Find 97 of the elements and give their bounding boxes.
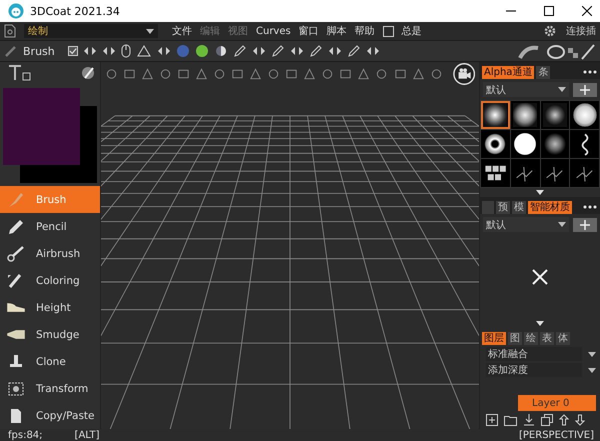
panel-tab[interactable]: 图: [508, 332, 522, 345]
pencil-icon[interactable]: [346, 44, 361, 58]
circle-icon[interactable]: [194, 44, 209, 58]
tool-item[interactable]: Height: [0, 294, 100, 321]
tool-item[interactable]: Airbrush: [0, 240, 100, 267]
menu-item[interactable]: Curves: [256, 26, 291, 36]
menu-item[interactable]: 帮助: [354, 24, 375, 38]
add-button[interactable]: [573, 82, 597, 96]
brush-icon: [4, 44, 18, 58]
tool-item[interactable]: Smudge: [0, 321, 100, 348]
alpha-thumbnail[interactable]: [540, 101, 570, 129]
alpha-thumbnail[interactable]: [510, 130, 540, 158]
stepper-arrows-icon[interactable]: [102, 46, 116, 56]
smudge-tool-icon: [6, 329, 26, 340]
close-icon[interactable]: [582, 6, 592, 16]
checkbox[interactable]: [68, 46, 78, 56]
add-button[interactable]: [573, 218, 597, 232]
text-tool-icon[interactable]: [8, 64, 32, 82]
panel-tab[interactable]: 模: [512, 201, 526, 214]
stepper-arrows-icon[interactable]: [82, 46, 97, 56]
add-layer-icon[interactable]: [486, 414, 498, 426]
plugin-label[interactable]: 连接插: [566, 24, 596, 38]
document-icon: [4, 24, 16, 38]
tool-item[interactable]: Transform: [0, 375, 100, 402]
preset-dropdown[interactable]: 默认: [483, 82, 569, 97]
plus-icon: [580, 220, 590, 230]
panel-tab[interactable]: 图层: [482, 332, 506, 345]
tool-item[interactable]: Pencil: [0, 213, 100, 240]
stepper-arrows-icon[interactable]: [252, 46, 266, 56]
panel-tab[interactable]: 预: [496, 201, 510, 214]
panel-tab[interactable]: Alpha通道: [482, 66, 534, 79]
download-icon[interactable]: [523, 414, 535, 426]
gear-icon[interactable]: [542, 23, 558, 39]
menu-item[interactable]: 文件: [172, 24, 192, 38]
tool-item[interactable]: Copy/Paste: [0, 402, 100, 429]
stepper-arrows-icon[interactable]: [328, 46, 342, 56]
panel-tab[interactable]: 智能材质: [528, 201, 572, 214]
tool-item[interactable]: Clone: [0, 348, 100, 375]
modifier-status: [ALT]: [74, 430, 100, 440]
duplicate-icon[interactable]: [541, 414, 553, 426]
panel-tab[interactable]: 绘: [524, 332, 538, 345]
color-swatches-drawing[interactable]: [3, 88, 97, 183]
alpha-thumbnail[interactable]: [570, 101, 599, 129]
maximize-icon[interactable]: [544, 6, 554, 16]
pencil-tool-icon: [6, 218, 26, 236]
stepper-arrows-icon[interactable]: [366, 46, 380, 56]
checkbox[interactable]: [382, 26, 394, 36]
caret-icon: [146, 28, 154, 34]
caret-icon: [588, 352, 596, 356]
camera-icon[interactable]: [452, 62, 475, 86]
half-circle-icon[interactable]: [214, 44, 228, 58]
height-tool-icon: [6, 302, 26, 313]
panel-tab[interactable]: 体: [556, 332, 570, 345]
caret-icon: [558, 222, 566, 227]
plus-icon: [580, 84, 590, 94]
lasso-icon[interactable]: [136, 44, 152, 58]
caret-icon: [558, 87, 566, 92]
app-logo-icon: [8, 3, 24, 19]
panel-tab[interactable]: 表: [540, 332, 554, 345]
folder-icon[interactable]: [504, 414, 517, 426]
alpha-thumbnail[interactable]: [540, 159, 570, 187]
alpha-thumbnail[interactable]: [481, 159, 510, 187]
pencil-icon[interactable]: [270, 44, 285, 58]
fps-counter: fps:84;: [8, 430, 43, 440]
tool-name: Brush: [23, 44, 55, 58]
alpha-thumbnail[interactable]: [510, 101, 540, 129]
tool-item[interactable]: Coloring: [0, 267, 100, 294]
pencil-icon[interactable]: [232, 44, 247, 58]
expand-arrow-icon[interactable]: [536, 321, 544, 326]
panel-tab[interactable]: 条: [536, 66, 550, 79]
mode-dropdown[interactable]: 绘制: [24, 24, 158, 38]
mouse-icon[interactable]: [120, 44, 131, 58]
menu-item[interactable]: 窗口: [298, 24, 319, 38]
alpha-thumbnail[interactable]: [540, 130, 570, 158]
window-title: 3DCoat 2021.34: [30, 4, 120, 18]
arrow-down-icon[interactable]: [575, 414, 585, 426]
projection-status: [PERSPECTIVE]: [519, 430, 594, 440]
transform-tool-icon: [6, 380, 26, 398]
preset-dropdown[interactable]: 默认: [483, 217, 569, 232]
expand-arrow-icon[interactable]: [536, 190, 544, 195]
checkbox-label: 总是: [402, 24, 422, 38]
alpha-thumbnail[interactable]: [570, 159, 599, 187]
layer-item[interactable]: Layer 0: [518, 395, 596, 411]
more-icon[interactable]: [583, 205, 597, 209]
arrow-up-icon[interactable]: [559, 414, 569, 426]
alpha-thumbnail[interactable]: [481, 101, 510, 129]
stepper-arrows-icon[interactable]: [290, 46, 304, 56]
brush-tip-icon[interactable]: [80, 65, 96, 81]
alpha-thumbnail[interactable]: [570, 130, 599, 158]
pencil-icon[interactable]: [308, 44, 323, 58]
menu-item[interactable]: 脚本: [326, 24, 347, 38]
more-icon[interactable]: [583, 70, 597, 74]
airbrush-tool-icon: [6, 244, 26, 262]
stepper-arrows-icon[interactable]: [156, 46, 171, 56]
alpha-thumbnail[interactable]: [481, 130, 510, 158]
alpha-thumbnail[interactable]: [510, 159, 540, 187]
caret-icon: [588, 368, 596, 372]
